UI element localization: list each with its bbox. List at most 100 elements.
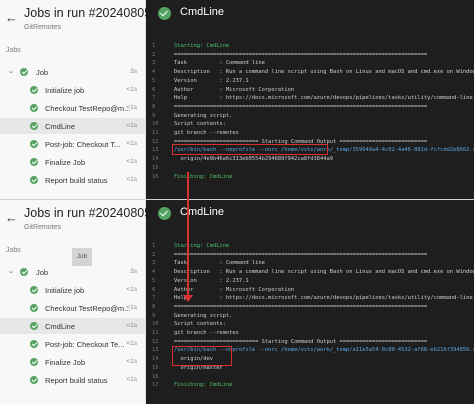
line-number: 17 — [152, 382, 159, 389]
chevron-down-icon[interactable]: ⌄ — [8, 67, 14, 75]
log-line: 7 Help : https://docs.microsoft.com/azure… — [146, 94, 474, 102]
line-text: Script contents: — [174, 321, 226, 328]
line-text: Generating script. — [174, 312, 233, 319]
job-label: Job — [36, 68, 49, 77]
log-line: 16 — [146, 373, 474, 381]
line-text: git branch --remotes — [174, 130, 239, 136]
log-line: 2 =======================================… — [146, 51, 474, 59]
step-label: Finalize Job — [45, 158, 86, 167]
step-label: Report build status — [45, 176, 108, 185]
run-header: ← Jobs in run #20240805.2 GitRemotes — [0, 200, 162, 240]
success-check-icon — [20, 268, 28, 276]
line-number: 3 — [152, 260, 156, 267]
line-text: Finishing: CmdLine — [174, 173, 233, 180]
line-text: Starting: CmdLine — [174, 43, 230, 49]
line-text: ========================================… — [174, 103, 428, 110]
line-text: ========================================… — [174, 303, 428, 310]
job-tooltip: Job — [72, 248, 92, 266]
log-viewer: CmdLine 1 Starting: CmdLine 2 =============… — [146, 0, 474, 200]
line-text: git branch --remotes — [174, 330, 239, 336]
log-viewer: CmdLine 1 Starting: CmdLine 2 =============… — [146, 200, 474, 404]
step-label: Checkout TestRepo@m... — [45, 304, 131, 313]
success-check-icon — [30, 376, 38, 384]
line-number: 14 — [152, 356, 159, 363]
step-duration: <1s — [126, 176, 137, 183]
line-number: 8 — [152, 303, 156, 310]
chevron-down-icon[interactable]: ⌄ — [8, 267, 14, 275]
jobs-sidebar: ← Jobs in run #20240805.2 GitRemotes Job… — [0, 200, 162, 404]
success-check-icon — [30, 122, 38, 130]
success-check-icon — [30, 304, 38, 312]
log-line: 3 Task : Command line — [146, 259, 474, 267]
line-number: 16 — [152, 173, 159, 180]
log-line: 9 Generating script. — [146, 312, 474, 320]
line-text: Author : Microsoft Corporation — [174, 86, 295, 93]
log-line: 1 Starting: CmdLine — [146, 242, 474, 250]
line-number: 16 — [152, 373, 159, 380]
log-line: 6 Author : Microsoft Corporation — [146, 286, 474, 294]
log-line: 11 git branch --remotes — [146, 129, 474, 137]
annotation-arrow — [187, 172, 189, 297]
step-row[interactable]: Initialize job <1s — [0, 282, 145, 298]
step-duration: <1s — [126, 140, 137, 147]
run-title: Jobs in run #20240805.1 — [24, 6, 162, 20]
step-row[interactable]: Report build status <1s — [0, 172, 145, 188]
step-row[interactable]: Finalize Job <1s — [0, 154, 145, 170]
run-subtitle: GitRemotes — [24, 224, 61, 231]
line-number: 8 — [152, 103, 156, 110]
line-number: 2 — [152, 51, 156, 58]
log-line: 10 Script contents: — [146, 320, 474, 328]
job-label: Job — [36, 268, 49, 277]
success-check-icon — [30, 140, 38, 148]
step-label: Initialize job — [45, 286, 85, 295]
step-duration: <1s — [126, 322, 137, 329]
line-text: origin/4e9b46a6c313eb0554b294689f942ca8f… — [174, 156, 334, 163]
line-text: Description : Run a command line script … — [174, 69, 474, 76]
step-row[interactable]: CmdLine <1s — [0, 118, 145, 134]
log-line: 5 Version : 2.237.1 — [146, 77, 474, 85]
log-line: 7 Help : https://docs.microsoft.com/azure… — [146, 294, 474, 302]
arrow-head-icon — [183, 295, 193, 302]
log-line: 8 =======================================… — [146, 303, 474, 311]
step-duration: <1s — [126, 358, 137, 365]
job-duration: 3s — [130, 68, 137, 75]
jobs-label: Jobs — [6, 47, 21, 54]
step-label: Post-job: Checkout T... — [45, 140, 121, 149]
run-subtitle: GitRemotes — [24, 24, 61, 31]
step-duration: <1s — [126, 286, 137, 293]
step-row[interactable]: Checkout TestRepo@m... <1s — [0, 300, 145, 316]
step-row[interactable]: Finalize Job <1s — [0, 354, 145, 370]
line-text: Help : https://docs.microsoft.com/azure/… — [174, 95, 473, 102]
step-row[interactable]: Post-job: Checkout T... <1s — [0, 136, 145, 152]
line-text: Help : https://docs.microsoft.com/azure/… — [174, 295, 473, 302]
log-line: 4 Description : Run a command line script… — [146, 68, 474, 76]
highlight-box — [172, 346, 232, 366]
line-number: 9 — [152, 312, 156, 319]
step-label: Finalize Job — [45, 358, 86, 367]
log-line: 16 Finishing: CmdLine — [146, 173, 474, 181]
job-row[interactable]: ⌄ Job 3s — [0, 64, 145, 80]
line-text: Task : Command line — [174, 60, 265, 67]
step-label: CmdLine — [45, 122, 76, 131]
success-check-icon — [30, 286, 38, 294]
step-row[interactable]: Checkout TestRepo@m... <1s — [0, 100, 145, 116]
success-check-icon — [30, 322, 38, 330]
step-label: Post-job: Checkout Te... — [45, 340, 125, 349]
step-row[interactable]: Post-job: Checkout Te... <1s — [0, 336, 145, 352]
log-line: 15 — [146, 164, 474, 172]
jobs-sidebar: ← Jobs in run #20240805.1 GitRemotes Job… — [0, 0, 162, 200]
run-panel-bottom: ← Jobs in run #20240805.2 GitRemotes Job… — [0, 200, 474, 404]
step-row[interactable]: Report build status <1s — [0, 372, 145, 388]
line-text: ========================== Starting Comm… — [174, 338, 428, 345]
line-number: 10 — [152, 121, 159, 128]
log-title: CmdLine — [180, 6, 225, 18]
success-check-icon — [30, 86, 38, 94]
log-line: 9 Generating script. — [146, 112, 474, 120]
log-line: 6 Author : Microsoft Corporation — [146, 86, 474, 94]
step-row[interactable]: CmdLine <1s — [0, 318, 145, 334]
job-row[interactable]: ⌄ Job 3s — [0, 264, 145, 280]
step-row[interactable]: Initialize job <1s — [0, 82, 145, 98]
back-arrow-icon[interactable]: ← — [5, 210, 18, 225]
back-arrow-icon[interactable]: ← — [5, 10, 18, 25]
log-line: 11 git branch --remotes — [146, 329, 474, 337]
